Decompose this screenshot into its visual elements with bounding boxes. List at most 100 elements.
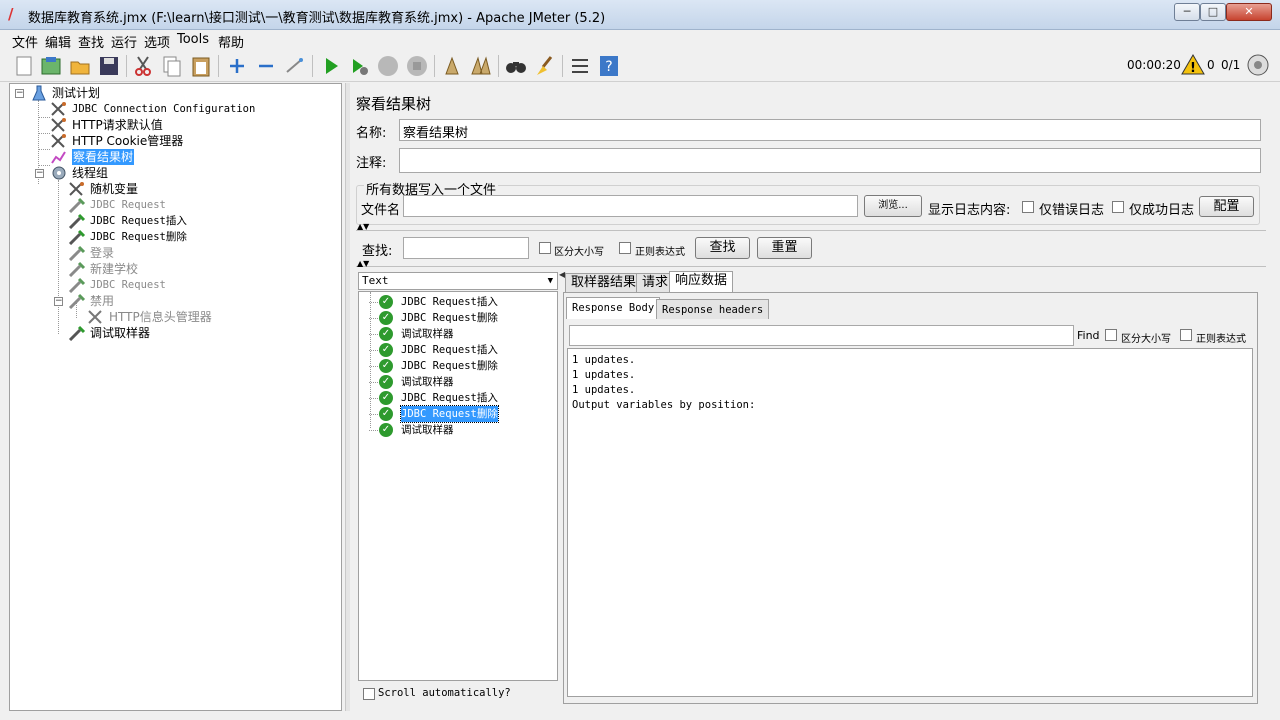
- result-label: 调试取样器: [401, 376, 454, 388]
- menu-file[interactable]: 文件: [12, 32, 38, 51]
- success-check-icon: ✓: [379, 311, 393, 325]
- expand-icon[interactable]: [225, 54, 249, 78]
- tree-label: 线程组: [72, 166, 109, 180]
- gear-icon: [50, 165, 68, 181]
- collapse-toggle[interactable]: −: [54, 297, 63, 306]
- remote-status-icon: [1246, 53, 1270, 77]
- renderer-select[interactable]: Text ▼: [358, 272, 558, 290]
- success-check-icon: ✓: [379, 391, 393, 405]
- configure-button[interactable]: 配置: [1199, 196, 1254, 217]
- errors-only-label: 仅错误日志: [1039, 203, 1105, 218]
- cut-icon[interactable]: [131, 54, 155, 78]
- save-icon[interactable]: [97, 54, 121, 78]
- find-button[interactable]: 查找: [695, 237, 750, 259]
- tree-label: 禁用: [90, 294, 115, 308]
- name-field[interactable]: 察看结果树: [399, 119, 1261, 141]
- svg-text:?: ?: [605, 59, 612, 75]
- help-icon[interactable]: ?: [597, 54, 621, 78]
- result-label: JDBC Request插入: [401, 392, 498, 404]
- templates-icon[interactable]: [39, 54, 63, 78]
- tab-response-headers[interactable]: Response headers: [656, 299, 770, 319]
- result-label: JDBC Request删除: [400, 405, 499, 423]
- split-pane-divider[interactable]: [345, 83, 350, 711]
- toolbar-separator: [562, 55, 563, 77]
- success-only-checkbox[interactable]: [1112, 201, 1124, 213]
- success-only-label: 仅成功日志: [1129, 203, 1195, 218]
- tree-connector: [369, 414, 378, 415]
- success-check-icon: ✓: [379, 343, 393, 357]
- test-plan-tree[interactable]: − 测试计划 JDBC Connection Configuration HTT…: [9, 83, 342, 711]
- open-icon[interactable]: [68, 54, 92, 78]
- regex-label: 正则表达式: [635, 247, 685, 258]
- menu-search[interactable]: 查找: [78, 32, 104, 51]
- function-helper-icon[interactable]: [568, 54, 592, 78]
- minimize-button[interactable]: ─: [1174, 3, 1200, 21]
- tree-connector: [369, 366, 378, 367]
- tree-connector: [369, 302, 378, 303]
- tree-connector: [38, 165, 50, 166]
- tab-response-body[interactable]: Response Body: [566, 297, 661, 319]
- menu-tools[interactable]: Tools: [177, 32, 209, 47]
- tree-connector: [369, 430, 378, 431]
- success-check-icon: ✓: [379, 375, 393, 389]
- start-no-pauses-icon[interactable]: [347, 54, 371, 78]
- case-sensitive-checkbox[interactable]: [539, 242, 551, 254]
- divider: [356, 230, 1266, 231]
- tab-response-data[interactable]: 响应数据: [669, 271, 734, 293]
- comment-field[interactable]: [399, 148, 1261, 173]
- shutdown-icon[interactable]: [405, 54, 429, 78]
- search-binoculars-icon[interactable]: [504, 54, 528, 78]
- find-regex-checkbox[interactable]: [1180, 329, 1192, 341]
- paste-icon[interactable]: [189, 54, 213, 78]
- tree-label: 测试计划: [52, 86, 101, 100]
- tree-label: JDBC Connection Configuration: [72, 103, 256, 115]
- window-title: 数据库教育系统.jmx (F:\learn\接口测试\一\教育测试\数据库教育系…: [28, 11, 606, 26]
- close-button[interactable]: ✕: [1226, 3, 1272, 21]
- search-label: 查找:: [362, 244, 393, 259]
- clear-icon[interactable]: [440, 54, 464, 78]
- browse-button[interactable]: 浏览...: [864, 195, 922, 217]
- find-input[interactable]: [569, 325, 1074, 346]
- collapse-toggle[interactable]: −: [15, 89, 24, 98]
- tab-sampler-result[interactable]: 取样器结果: [565, 273, 643, 293]
- tree-connector: [369, 398, 378, 399]
- tree-connector: [38, 117, 50, 118]
- toggle-icon[interactable]: [283, 54, 307, 78]
- clear-all-icon[interactable]: [469, 54, 493, 78]
- tree-label: JDBC Request: [90, 279, 166, 291]
- jmeter-feather-icon: /: [8, 5, 14, 23]
- collapse-toggle[interactable]: −: [35, 169, 44, 178]
- collapse-arrows-icon[interactable]: ▲▼: [357, 259, 369, 268]
- comment-label: 注释:: [356, 156, 387, 171]
- toolbar-separator: [218, 55, 219, 77]
- menu-options[interactable]: 选项: [144, 32, 170, 51]
- tree-connector: [369, 334, 378, 335]
- log-content-label: 显示日志内容:: [928, 203, 1011, 218]
- active-threads: 0/1: [1221, 58, 1241, 72]
- find-case-checkbox[interactable]: [1105, 329, 1117, 341]
- menu-edit[interactable]: 编辑: [45, 32, 71, 51]
- filename-input[interactable]: [403, 195, 858, 217]
- renderer-value: Text: [362, 274, 389, 287]
- copy-icon[interactable]: [160, 54, 184, 78]
- menu-help[interactable]: 帮助: [218, 32, 244, 51]
- new-icon[interactable]: [12, 54, 36, 78]
- scroll-auto-checkbox[interactable]: [363, 688, 375, 700]
- pipette-icon: [68, 261, 86, 278]
- start-icon[interactable]: [319, 54, 343, 78]
- stop-icon[interactable]: [376, 54, 400, 78]
- result-label: JDBC Request删除: [401, 312, 498, 324]
- reset-search-broom-icon[interactable]: [533, 54, 557, 78]
- collapse-icon[interactable]: [254, 54, 278, 78]
- regex-checkbox[interactable]: [619, 242, 631, 254]
- search-input[interactable]: [403, 237, 529, 259]
- reset-button[interactable]: 重置: [757, 237, 812, 259]
- maximize-button[interactable]: □: [1200, 3, 1226, 21]
- response-body-text[interactable]: 1 updates. 1 updates. 1 updates. Output …: [567, 348, 1253, 697]
- collapse-arrows-icon[interactable]: ▲▼: [357, 222, 369, 231]
- tree-label-selected: 察看结果树: [72, 149, 135, 165]
- menu-run[interactable]: 运行: [111, 32, 137, 51]
- warning-icon[interactable]: !: [1181, 53, 1205, 77]
- errors-only-checkbox[interactable]: [1022, 201, 1034, 213]
- tree-connector: [370, 292, 371, 428]
